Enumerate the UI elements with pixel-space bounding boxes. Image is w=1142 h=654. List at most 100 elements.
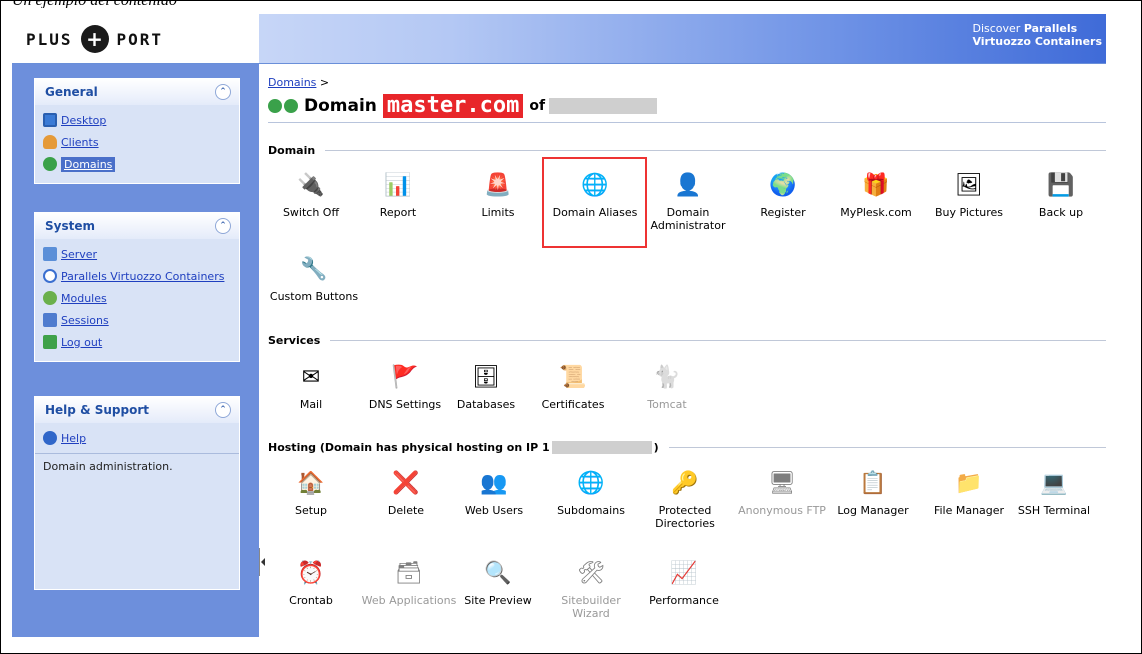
sidebar-item-help[interactable]: Help <box>35 427 239 449</box>
protected-directories-icon: 🔑 <box>671 471 699 496</box>
general-panel-header: General ⌃ <box>35 79 239 105</box>
caption: Un ejemplo del contenido <box>12 0 312 8</box>
sidebar-item-label[interactable]: Server <box>61 248 97 261</box>
mail-icon: ✉ <box>301 365 321 390</box>
help-panel-header: Help & Support ⌃ <box>35 397 239 423</box>
tool-myplesk[interactable]: 🎁 MyPlesk.com <box>834 170 918 220</box>
desktop-icon <box>43 113 57 127</box>
main-content: Domains > Domain master.com of Domain 🔌 … <box>259 64 1106 637</box>
log-manager-icon: 📋 <box>859 471 887 496</box>
tomcat-icon: 🐈 <box>653 365 681 390</box>
sidebar-item-desktop[interactable]: Desktop <box>35 109 239 131</box>
logo-plus-icon: + <box>80 25 109 53</box>
dns-icon: 🚩 <box>391 365 419 390</box>
tool-label: Anonymous FTP <box>738 504 826 517</box>
tool-label: Custom Buttons <box>269 290 359 303</box>
tool-web-applications[interactable]: 🗃 Web Applications <box>357 558 461 608</box>
tool-site-preview[interactable]: 🔍 Site Preview <box>456 558 540 608</box>
tool-databases[interactable]: 🗄 Databases <box>444 362 528 412</box>
site-preview-icon: 🔍 <box>484 561 512 586</box>
collapse-icon[interactable]: ⌃ <box>215 84 231 100</box>
promo-product: Virtuozzo Containers <box>972 35 1102 48</box>
section-services: Services <box>268 334 1106 347</box>
breadcrumb: Domains > <box>268 76 329 89</box>
sidebar-item-modules[interactable]: Modules <box>35 287 239 309</box>
sidebar-item-label[interactable]: Help <box>61 432 86 445</box>
tool-custom-buttons[interactable]: 🔧 Custom Buttons <box>269 254 359 304</box>
sidebar-item-clients[interactable]: Clients <box>35 131 239 153</box>
tool-label: Setup <box>294 504 328 517</box>
help-panel: Help & Support ⌃ Help Domain administrat… <box>34 396 240 590</box>
breadcrumb-separator: > <box>319 76 330 89</box>
general-panel-title: General <box>45 85 98 99</box>
collapse-icon[interactable]: ⌃ <box>215 218 231 234</box>
tool-label: Limits <box>481 206 515 219</box>
sidebar-item-label[interactable]: Sessions <box>61 314 109 327</box>
sidebar-item-label[interactable]: Domains <box>61 156 116 172</box>
sitebuilder-wizard-icon: 🛠 <box>577 561 605 586</box>
tool-ssh-terminal[interactable]: 💻 SSH Terminal <box>1012 468 1096 518</box>
tool-label: Performance <box>649 594 719 607</box>
tool-switch-off[interactable]: 🔌 Switch Off <box>269 170 353 220</box>
tool-subdomains[interactable]: 🌐 Subdomains <box>549 468 633 518</box>
tool-limits[interactable]: 🚨 Limits <box>456 170 540 220</box>
tool-protected-directories[interactable]: 🔑 Protected Directories <box>643 468 727 531</box>
promo-brand: Parallels <box>1023 22 1078 35</box>
tool-performance[interactable]: 📈 Performance <box>642 558 726 608</box>
tool-label: Back up <box>1038 206 1084 219</box>
tool-domain-aliases[interactable]: 🌐 Domain Aliases <box>547 170 643 220</box>
tool-web-users[interactable]: 👥 Web Users <box>452 468 536 518</box>
tool-tomcat[interactable]: 🐈 Tomcat <box>625 362 709 412</box>
parallels-promo-link[interactable]: Discover Parallels Virtuozzo Containers <box>972 22 1102 48</box>
parallels-icon <box>43 269 57 283</box>
domain-aliases-icon: 🌐 <box>581 173 609 198</box>
tool-dns-settings[interactable]: 🚩 DNS Settings <box>363 362 447 412</box>
help-panel-title: Help & Support <box>45 403 149 417</box>
tool-file-manager[interactable]: 📁 File Manager <box>927 468 1011 518</box>
sidebar-item-sessions[interactable]: Sessions <box>35 309 239 331</box>
tool-anonymous-ftp[interactable]: 🖥 Anonymous FTP <box>735 468 829 518</box>
tool-report[interactable]: 📊 Report <box>356 170 440 220</box>
tool-label: Domain Aliases <box>552 206 638 219</box>
setup-icon: 🏠 <box>297 471 325 496</box>
sessions-icon <box>43 313 57 327</box>
tool-log-manager[interactable]: 📋 Log Manager <box>831 468 915 518</box>
tool-sitebuilder-wizard[interactable]: 🛠 Sitebuilder Wizard <box>549 558 633 621</box>
register-icon: 🌍 <box>769 173 797 198</box>
tool-setup[interactable]: 🏠 Setup <box>269 468 353 518</box>
sidebar-item-label[interactable]: Desktop <box>61 114 106 127</box>
tool-label: Delete <box>387 504 425 517</box>
tool-crontab[interactable]: ⏰ Crontab <box>269 558 353 608</box>
sidebar-item-domains[interactable]: Domains <box>35 153 239 175</box>
tool-mail[interactable]: ✉ Mail <box>269 362 353 412</box>
tool-label: SSH Terminal <box>1017 504 1091 517</box>
sidebar-item-label[interactable]: Clients <box>61 136 99 149</box>
tool-buy-pictures[interactable]: 🖼 Buy Pictures <box>927 170 1011 220</box>
sidebar-item-label[interactable]: Parallels Virtuozzo Containers <box>61 270 224 283</box>
sidebar-item-label[interactable]: Log out <box>61 336 102 349</box>
tool-delete[interactable]: ❌ Delete <box>364 468 448 518</box>
tool-domain-administrator[interactable]: 👤 Domain Administrator <box>646 170 730 233</box>
logo[interactable]: PLUS + PORT <box>12 14 259 63</box>
performance-icon: 📈 <box>670 561 698 586</box>
hosting-ok-icon <box>284 99 298 113</box>
title-divider <box>268 122 1106 123</box>
server-icon <box>43 247 57 261</box>
sidebar-item-label[interactable]: Modules <box>61 292 107 305</box>
tool-label: Buy Pictures <box>934 206 1004 219</box>
domain-name: master.com <box>382 94 524 118</box>
collapse-icon[interactable]: ⌃ <box>215 402 231 418</box>
tool-certificates[interactable]: 📜 Certificates <box>531 362 615 412</box>
crontab-icon: ⏰ <box>297 561 325 586</box>
sidebar-item-logout[interactable]: Log out <box>35 331 239 353</box>
tool-register[interactable]: 🌍 Register <box>741 170 825 220</box>
general-panel: General ⌃ Desktop Clients Domains <box>34 78 240 184</box>
logout-icon <box>43 335 57 349</box>
sidebar-item-parallels[interactable]: Parallels Virtuozzo Containers <box>35 265 239 287</box>
sidebar: General ⌃ Desktop Clients Domains System… <box>12 64 265 637</box>
tool-backup[interactable]: 💾 Back up <box>1019 170 1103 220</box>
tool-label: Switch Off <box>282 206 340 219</box>
redacted-ip <box>551 441 652 454</box>
sidebar-item-server[interactable]: Server <box>35 243 239 265</box>
breadcrumb-domains-link[interactable]: Domains <box>268 76 316 89</box>
